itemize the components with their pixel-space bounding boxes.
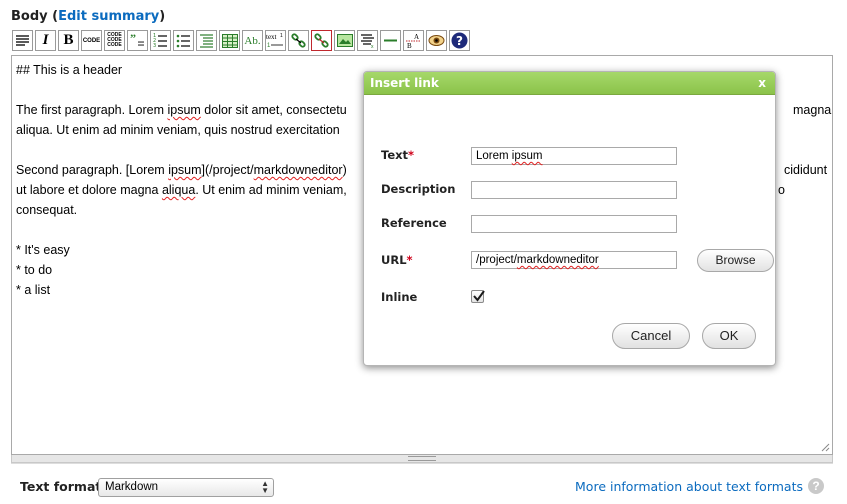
text-format-label: Text format <box>20 479 102 494</box>
textarea-resize-handle[interactable] <box>11 455 833 463</box>
ok-button[interactable]: OK <box>702 323 756 349</box>
resize-grip-icon[interactable] <box>821 443 830 452</box>
svg-text:text: text <box>266 33 277 41</box>
editor-text: . Ut enim ad minim veniam, <box>195 183 347 197</box>
horizontal-rule-icon[interactable] <box>380 30 401 51</box>
url-input-misspelled: markdowneditor <box>516 254 599 266</box>
reference-input[interactable] <box>471 215 677 233</box>
select-arrows-icon: ▲ ▼ <box>261 479 269 495</box>
svg-text:1: 1 <box>280 33 283 39</box>
editor-text-right: magna <box>793 103 832 117</box>
svg-text:A: A <box>414 33 419 41</box>
text-input-misspelled: ipsum <box>511 150 543 162</box>
svg-text:3: 3 <box>153 43 156 48</box>
text-label: Text* <box>381 148 414 162</box>
italic-glyph: I <box>42 32 49 48</box>
url-label-text: URL <box>381 253 407 267</box>
svg-text:x: x <box>371 44 374 48</box>
required-mark: * <box>408 148 415 162</box>
inline-checkbox[interactable] <box>471 290 485 303</box>
text-input[interactable]: Lorem ipsum <box>471 147 677 165</box>
editor-text: ) <box>342 163 347 177</box>
body-label-text: Body <box>11 9 48 24</box>
dialog-title-bar[interactable]: Insert link x <box>364 72 775 95</box>
italic-icon[interactable]: I <box>35 30 56 51</box>
line-break-icon[interactable]: AB <box>403 30 424 51</box>
svg-text:?: ? <box>456 34 463 48</box>
editor-misspelled: markdowneditor <box>253 163 343 177</box>
editor-misspelled: ipsum <box>167 103 201 117</box>
abbreviation-glyph: Ab. <box>244 34 261 47</box>
cancel-button[interactable]: Cancel <box>612 323 690 349</box>
editor-text: ](/project/ <box>201 163 254 177</box>
editor-text-right: o <box>778 183 785 197</box>
browse-button[interactable]: Browse <box>697 249 774 272</box>
grip-icon <box>408 456 436 461</box>
body-field-label: Body (Edit summary) <box>11 9 165 24</box>
help-icon[interactable]: ? <box>449 30 470 51</box>
svg-text:B: B <box>407 42 412 49</box>
unordered-list-icon[interactable] <box>173 30 194 51</box>
text-format-footer: Text format Markdown ▲ ▼ More information… <box>11 463 833 504</box>
text-input-value: Lorem <box>476 150 512 162</box>
checkmark-icon <box>473 290 485 302</box>
close-paren: ) <box>159 9 166 24</box>
markdown-toolbar: I B CODE CODE CODE CODE ” 123 Ab. text 1 1 x… <box>12 30 470 52</box>
image-icon[interactable] <box>334 30 355 51</box>
editor-misspelled: aliqua <box>161 183 196 197</box>
preview-icon[interactable] <box>426 30 447 51</box>
url-label: URL* <box>381 253 413 267</box>
text-label-text: Text <box>381 148 409 162</box>
description-input[interactable] <box>471 181 677 199</box>
url-input-value: /project/ <box>476 254 517 266</box>
link-icon[interactable] <box>288 30 309 51</box>
close-icon[interactable]: x <box>758 72 766 94</box>
insert-link-dialog: Insert link x Text* Lorem ipsum Descript… <box>363 71 776 366</box>
code-icon[interactable]: CODE <box>81 30 102 51</box>
normal-paragraph-icon[interactable] <box>12 30 33 51</box>
blockquote-icon[interactable]: ” <box>127 30 148 51</box>
editor-misspelled: ipsum <box>168 163 202 177</box>
more-info-link[interactable]: More information about text formats <box>575 479 803 494</box>
code-block-line3: CODE <box>107 42 122 48</box>
indent-icon[interactable] <box>196 30 217 51</box>
ordered-list-icon[interactable]: 123 <box>150 30 171 51</box>
definition-list-icon[interactable]: x <box>357 30 378 51</box>
editor-text: ut labore et dolore magna <box>16 183 162 197</box>
editor-text: Second paragraph. [Lorem <box>16 163 169 177</box>
editor-text: The first paragraph. Lorem <box>16 103 168 117</box>
code-glyph: CODE <box>82 37 101 44</box>
bold-icon[interactable]: B <box>58 30 79 51</box>
code-block-icon[interactable]: CODE CODE CODE <box>104 30 125 51</box>
svg-text:1: 1 <box>267 43 271 49</box>
editor-text: dolor sit amet, consectetu <box>200 103 347 117</box>
text-format-select[interactable]: Markdown ▲ ▼ <box>98 478 274 497</box>
bold-glyph: B <box>63 32 74 48</box>
url-input[interactable]: /project/markdowneditor <box>471 251 677 269</box>
svg-text:”: ” <box>130 33 136 45</box>
edit-summary-link[interactable]: Edit summary <box>58 9 159 24</box>
table-icon[interactable] <box>219 30 240 51</box>
code-block-glyph: CODE CODE CODE <box>107 33 121 48</box>
help-circle-icon[interactable]: ? <box>808 478 824 494</box>
inline-label: Inline <box>381 290 418 304</box>
description-label: Description <box>381 182 456 196</box>
abbreviation-icon[interactable]: Ab. <box>242 30 263 51</box>
unlink-icon[interactable] <box>311 30 332 51</box>
reference-label: Reference <box>381 216 447 230</box>
required-mark: * <box>406 253 413 267</box>
dialog-title: Insert link <box>370 76 439 90</box>
footnote-icon[interactable]: text 1 1 <box>265 30 286 51</box>
editor-text-right: cididunt <box>784 163 828 177</box>
text-format-value: Markdown <box>105 481 159 493</box>
